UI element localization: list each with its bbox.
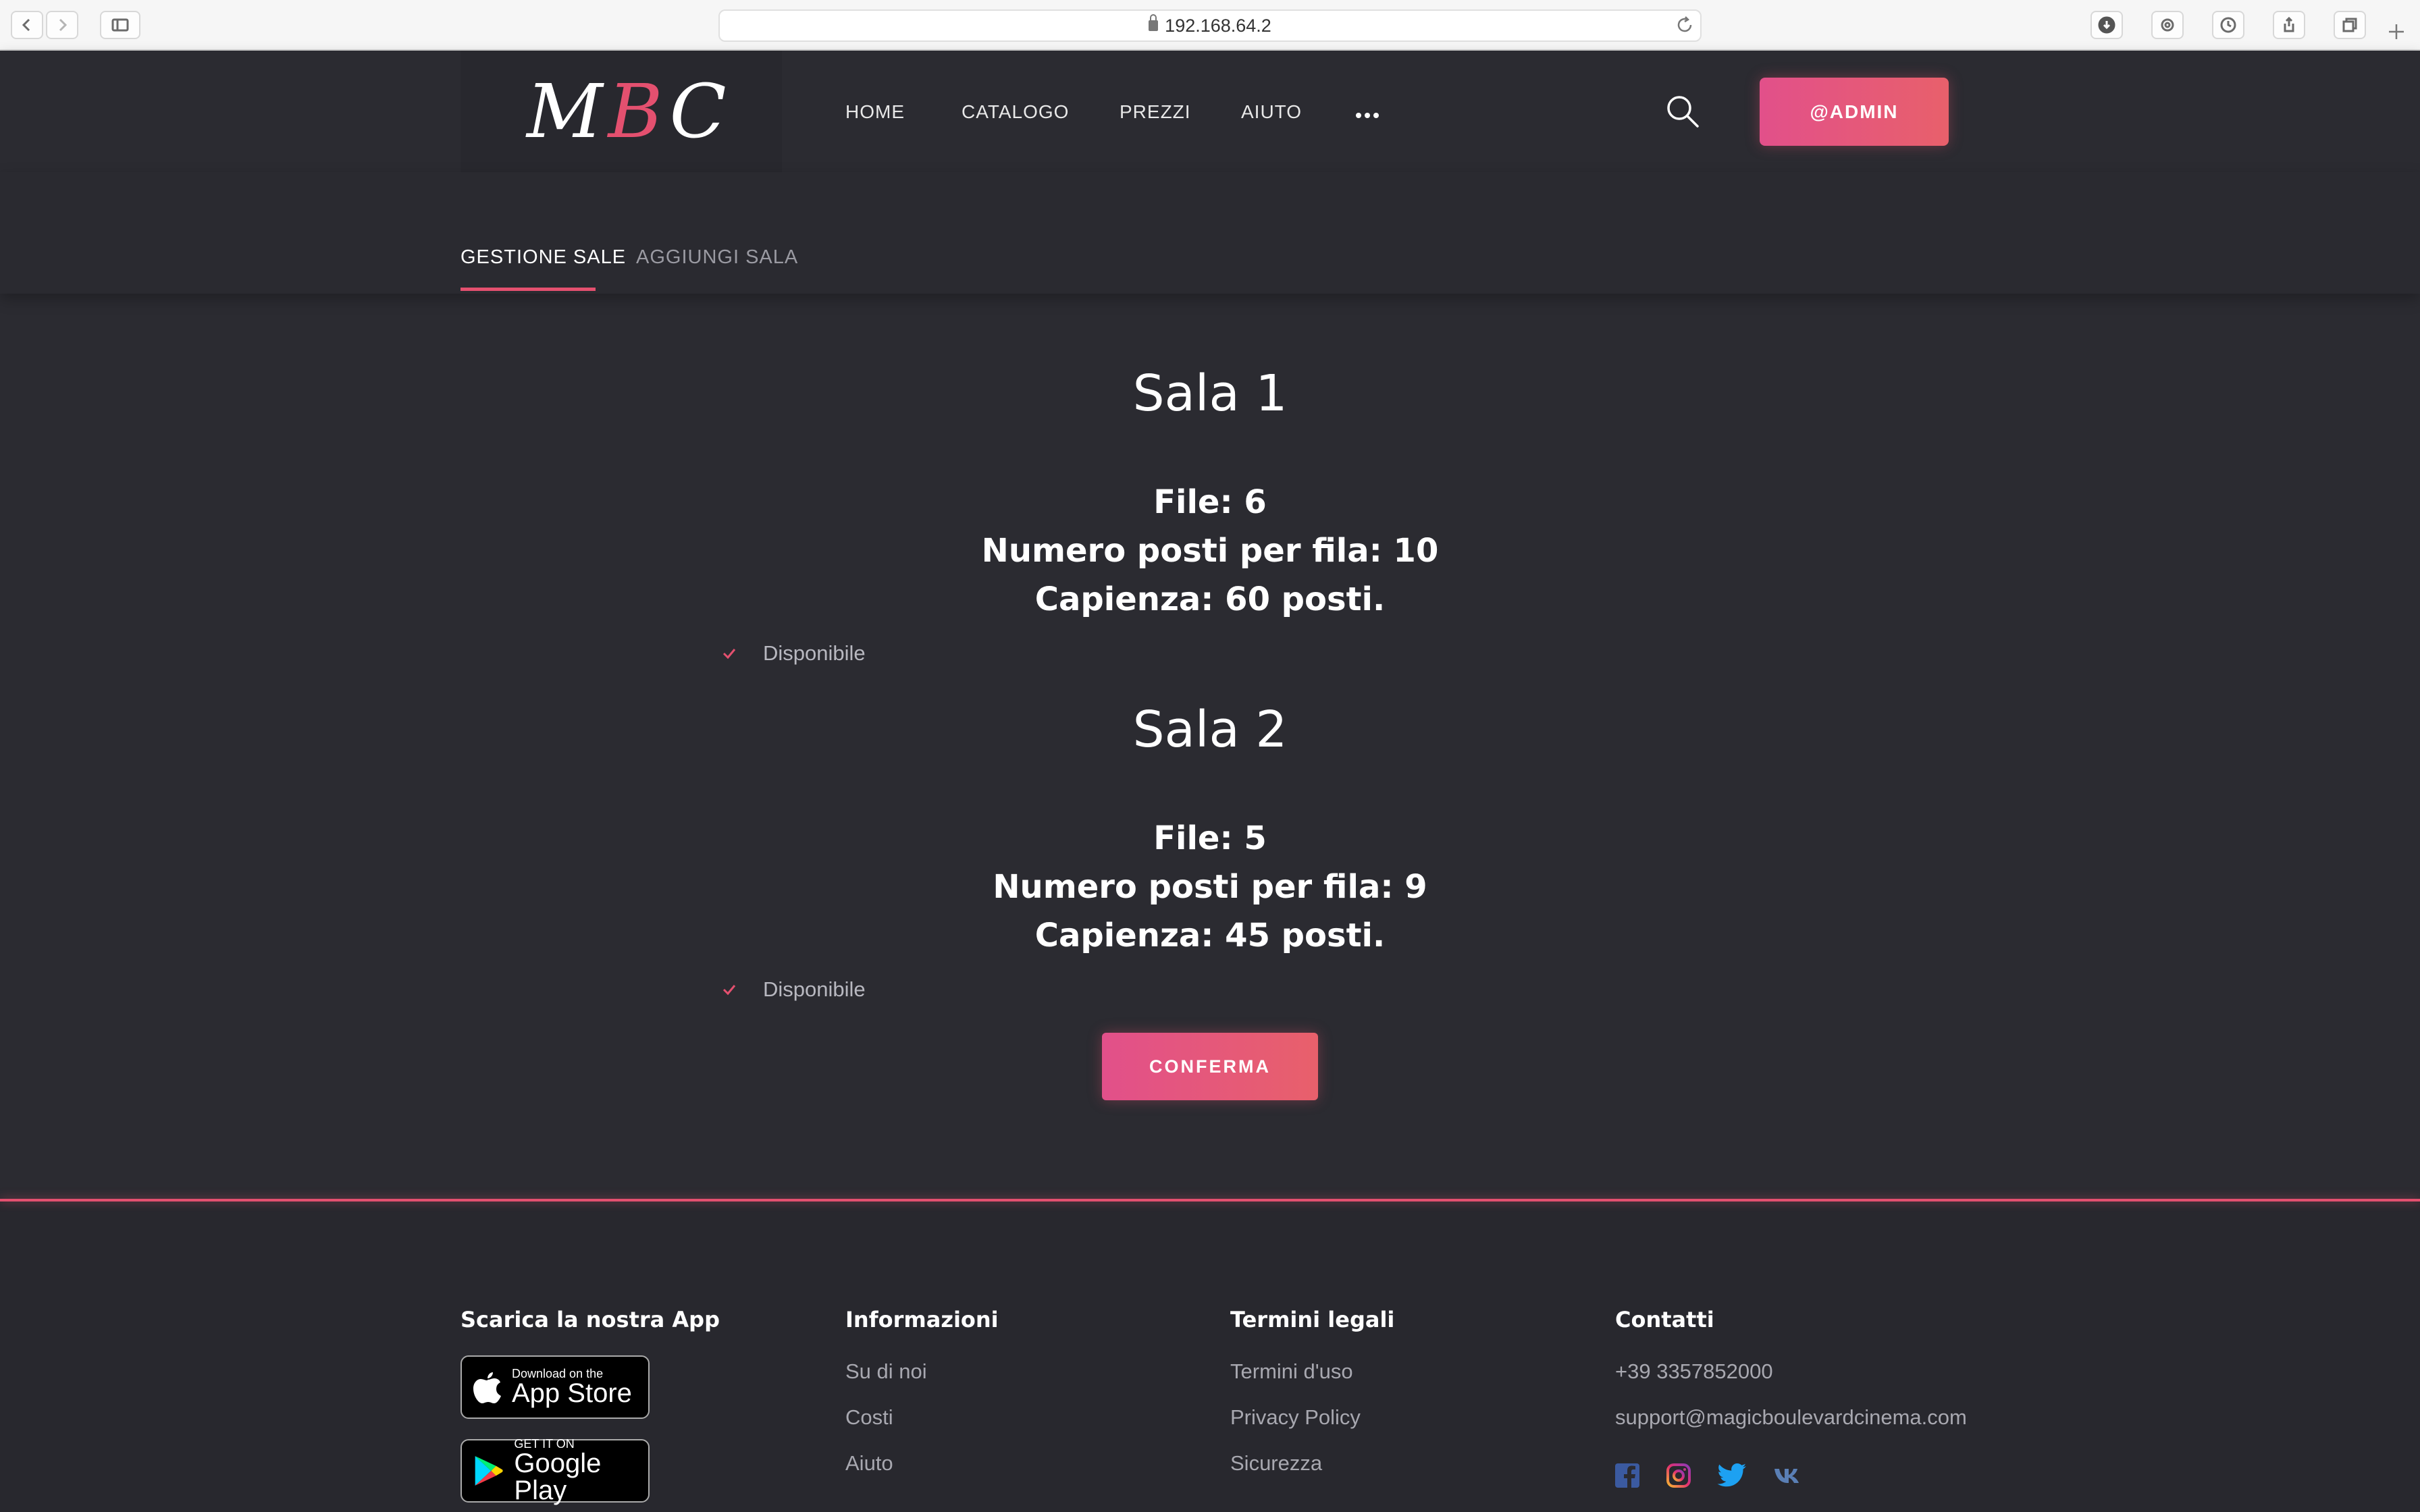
room-2-available-checkbox[interactable] — [721, 981, 737, 998]
tab-gestione-sale[interactable]: GESTIONE SALE — [461, 246, 626, 269]
footer-link-costi[interactable]: Costi — [845, 1405, 893, 1430]
vk-icon[interactable] — [1772, 1462, 1803, 1489]
room-1-posti: Numero posti per fila: 10 — [981, 532, 1439, 570]
site-header — [0, 51, 2420, 172]
room-1-available-checkbox[interactable] — [721, 645, 737, 662]
room-2-available-label[interactable]: Disponibile — [763, 977, 866, 1002]
footer-legal-heading: Termini legali — [1230, 1307, 1395, 1332]
facebook-icon[interactable] — [1614, 1462, 1641, 1489]
room-1-title: Sala 1 — [1132, 364, 1288, 423]
tabs-icon — [2342, 18, 2357, 32]
share-button[interactable] — [2273, 11, 2305, 39]
confirm-button[interactable]: CONFERMA — [1102, 1033, 1318, 1100]
apple-icon — [473, 1372, 501, 1403]
footer-app-heading: Scarica la nostra App — [461, 1307, 720, 1332]
room-2-file: File: 5 — [1153, 819, 1267, 857]
tab-aggiungi-sala[interactable]: AGGIUNGI SALA — [636, 246, 798, 269]
chevron-left-icon — [22, 18, 30, 32]
sidebar-icon — [111, 18, 129, 32]
nav-prezzi[interactable]: PREZZI — [1120, 101, 1191, 123]
google-play-big-text: Google Play — [514, 1449, 602, 1505]
footer-link-su-di-noi[interactable]: Su di noi — [845, 1359, 927, 1384]
room-1-available-label[interactable]: Disponibile — [763, 641, 866, 666]
clock-icon — [2220, 17, 2236, 33]
logo-letter-c: C — [669, 68, 732, 155]
reload-icon[interactable] — [1675, 15, 1695, 35]
room-2-title: Sala 2 — [1132, 701, 1288, 759]
forward-button[interactable] — [46, 11, 78, 39]
site-logo[interactable]: MBC — [527, 68, 727, 155]
address-bar[interactable]: 192.168.64.2 — [718, 9, 1702, 42]
google-play-badge[interactable]: GET IT ON Google Play — [461, 1438, 650, 1505]
room-2-capienza: Capienza: 45 posti. — [1034, 917, 1386, 954]
nav-home[interactable]: HOME — [845, 101, 905, 123]
footer-link-sicurezza[interactable]: Sicurezza — [1230, 1451, 1322, 1476]
footer-phone[interactable]: +39 3357852000 — [1615, 1359, 1773, 1384]
footer-divider — [0, 1199, 2420, 1202]
tabs-overview-button[interactable] — [2334, 11, 2366, 39]
share-icon — [2284, 16, 2294, 32]
back-button[interactable] — [11, 11, 43, 39]
app-store-big-text: App Store — [512, 1378, 632, 1408]
footer — [0, 1202, 2420, 1512]
footer-email[interactable]: support@magicboulevardcinema.com — [1615, 1405, 1967, 1430]
lock-icon — [1149, 14, 1159, 31]
extension-button[interactable] — [2151, 11, 2184, 39]
footer-info-heading: Informazioni — [845, 1307, 999, 1332]
twitter-icon[interactable] — [1716, 1462, 1747, 1489]
nav-catalogo[interactable]: CATALOGO — [962, 101, 1069, 123]
active-tab-indicator — [461, 288, 596, 291]
google-play-icon — [475, 1456, 503, 1486]
admin-button[interactable]: @ADMIN — [1760, 78, 1949, 146]
footer-contacts-heading: Contatti — [1615, 1307, 1714, 1332]
tabs-bar — [0, 172, 2420, 294]
gear-icon — [2161, 18, 2174, 32]
new-tab-icon[interactable] — [2386, 22, 2406, 42]
history-button[interactable] — [2212, 11, 2244, 39]
search-icon[interactable] — [1664, 92, 1702, 130]
url-text: 192.168.64.2 — [1165, 15, 1271, 36]
chevron-right-icon — [59, 18, 68, 32]
footer-link-termini[interactable]: Termini d'uso — [1230, 1359, 1353, 1384]
more-menu-icon[interactable] — [1356, 108, 1384, 118]
footer-link-privacy[interactable]: Privacy Policy — [1230, 1405, 1361, 1430]
logo-letter-m: M — [527, 68, 608, 155]
logo-letter-b: B — [608, 68, 670, 155]
nav-aiuto[interactable]: AIUTO — [1241, 101, 1302, 123]
room-1-file: File: 6 — [1153, 483, 1267, 521]
downloads-button[interactable] — [2090, 11, 2123, 39]
room-1-capienza: Capienza: 60 posti. — [1034, 580, 1386, 618]
sidebar-toggle-button[interactable] — [100, 11, 140, 39]
app-store-badge[interactable]: Download on the App Store — [461, 1355, 650, 1419]
room-2-posti: Numero posti per fila: 9 — [993, 868, 1427, 906]
footer-link-aiuto[interactable]: Aiuto — [845, 1451, 893, 1476]
instagram-icon[interactable] — [1665, 1462, 1692, 1489]
download-icon — [2098, 16, 2115, 34]
